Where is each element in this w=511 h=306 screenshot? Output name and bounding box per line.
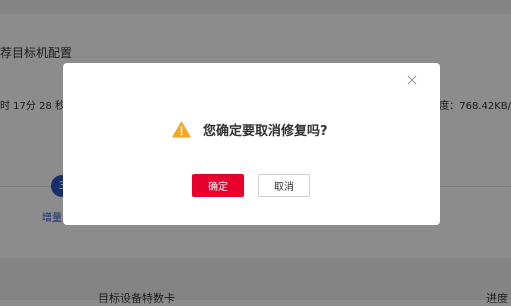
- dialog-message-row: 您确定要取消修复吗?: [172, 119, 328, 139]
- confirm-dialog: 您确定要取消修复吗? 确定 取消: [63, 63, 440, 225]
- warning-icon: [172, 121, 191, 137]
- dialog-message: 您确定要取消修复吗?: [203, 123, 328, 139]
- cancel-button[interactable]: 取消: [258, 174, 310, 197]
- confirm-button[interactable]: 确定: [192, 174, 244, 197]
- close-icon[interactable]: [405, 73, 419, 87]
